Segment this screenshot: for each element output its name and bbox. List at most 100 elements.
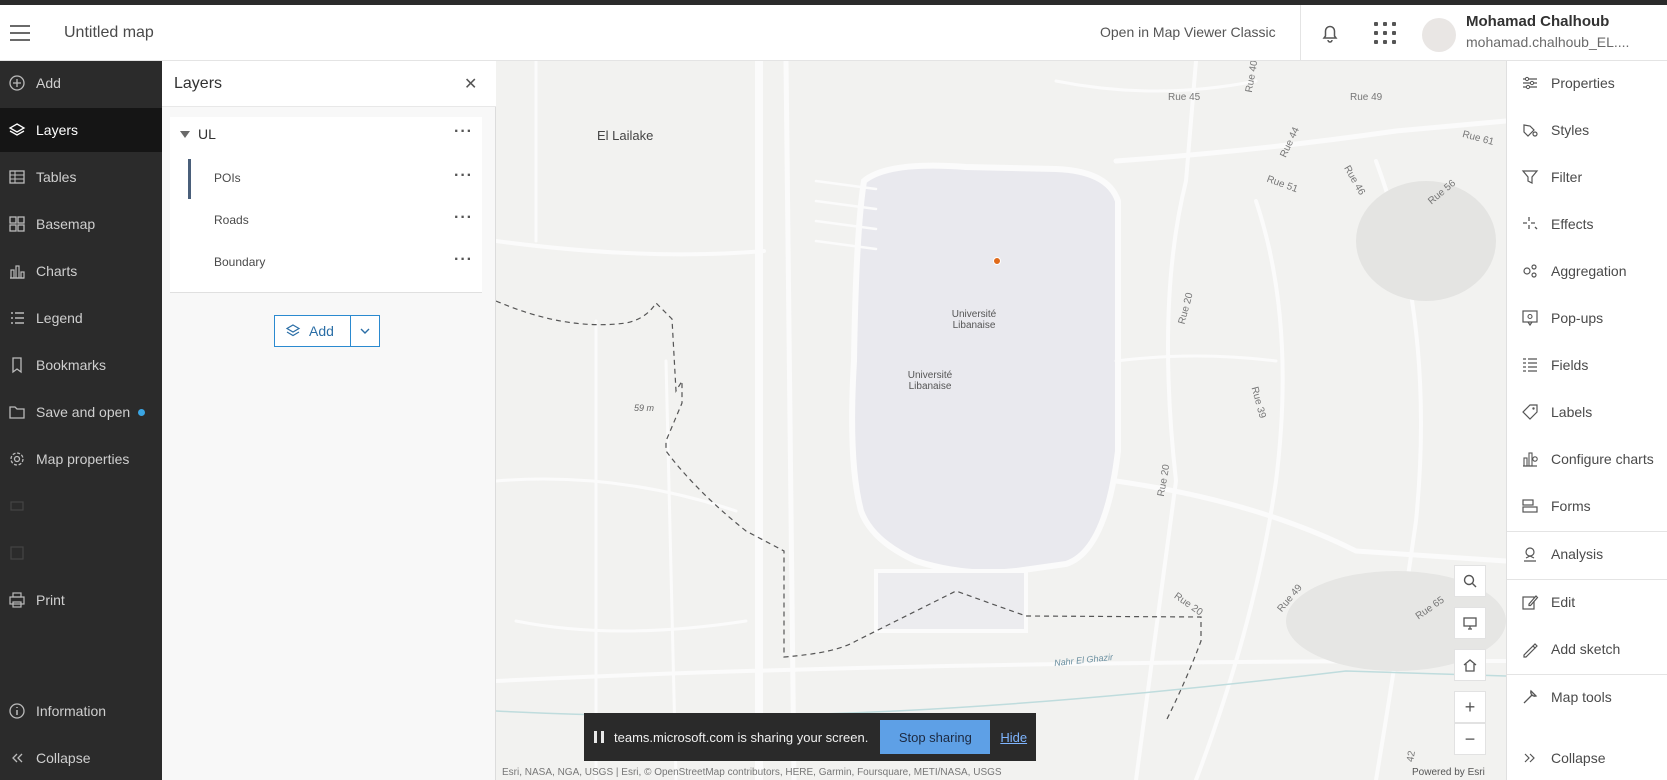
tool-collapse[interactable]: Collapse	[1507, 736, 1667, 780]
nav-save-and-open[interactable]: Save and open	[0, 390, 162, 434]
tool-labels[interactable]: Labels	[1507, 390, 1667, 434]
layer-name: POIs	[214, 171, 241, 185]
tool-fields[interactable]: Fields	[1507, 343, 1667, 387]
more-options-icon[interactable]: ···	[454, 123, 473, 141]
tool-analysis[interactable]: Analysis	[1507, 532, 1667, 576]
nav-charts[interactable]: Charts	[0, 249, 162, 293]
powered-by-esri[interactable]: Powered by Esri	[1412, 767, 1485, 778]
layer-row-roads[interactable]: Roads ···	[170, 201, 482, 241]
tool-label: Analysis	[1551, 546, 1604, 562]
tool-label: Configure charts	[1551, 451, 1654, 467]
layer-name: Boundary	[214, 255, 266, 269]
open-classic-link[interactable]: Open in Map Viewer Classic	[1100, 24, 1276, 40]
screen-icon[interactable]	[1454, 607, 1486, 639]
notification-bell-icon[interactable]	[1318, 21, 1342, 45]
search-icon[interactable]	[1454, 565, 1486, 597]
nav-label: Basemap	[36, 216, 96, 232]
nav-add[interactable]: Add	[0, 61, 162, 105]
nav-print[interactable]: Print	[0, 578, 162, 622]
more-options-icon[interactable]: ···	[454, 251, 473, 269]
tool-label: Map tools	[1551, 689, 1612, 705]
tool-forms[interactable]: Forms	[1507, 484, 1667, 528]
popup-icon	[1522, 310, 1538, 327]
disabled-tool-icon	[10, 546, 24, 560]
tool-edit[interactable]: Edit	[1507, 580, 1667, 624]
nav-disabled-2	[0, 531, 162, 575]
add-dropdown-button[interactable]	[350, 315, 380, 347]
nav-tables[interactable]: Tables	[0, 155, 162, 199]
nav-basemap[interactable]: Basemap	[0, 202, 162, 246]
nav-label: Add	[36, 75, 61, 91]
nav-label: Collapse	[36, 750, 91, 766]
share-message: teams.microsoft.com is sharing your scre…	[614, 729, 869, 745]
tool-map-tools[interactable]: Map tools	[1507, 675, 1667, 719]
zoom-in-icon[interactable]: +	[1454, 691, 1486, 723]
app-launcher-icon[interactable]	[1374, 22, 1396, 44]
tool-label: Aggregation	[1551, 263, 1627, 279]
tool-filter[interactable]: Filter	[1507, 155, 1667, 199]
nav-map-properties[interactable]: Map properties	[0, 437, 162, 481]
more-options-icon[interactable]: ···	[454, 167, 473, 185]
map-label-universite-2: Université Libanaise	[907, 370, 953, 392]
configure-charts-icon	[1523, 452, 1538, 467]
avatar[interactable]	[1422, 18, 1456, 52]
chevrons-right-icon	[1524, 753, 1535, 763]
tool-label: Forms	[1551, 498, 1591, 514]
tool-add-sketch[interactable]: Add sketch	[1507, 627, 1667, 671]
layers-panel: Layers ✕ UL ··· POIs ··· Roads ··· Bound…	[162, 61, 496, 780]
user-name[interactable]: Mohamad Chalhoub	[1466, 13, 1609, 30]
layer-row-boundary[interactable]: Boundary ···	[170, 243, 482, 283]
caret-down-icon[interactable]	[180, 131, 190, 138]
map-label-rue-49: Rue 49	[1350, 92, 1383, 103]
zoom-out-icon[interactable]: −	[1454, 723, 1486, 755]
tool-properties[interactable]: Properties	[1507, 61, 1667, 105]
right-toolbar: Properties Styles Filter Effects Aggrega…	[1506, 61, 1667, 780]
header-divider	[1300, 5, 1301, 61]
map-attribution[interactable]: Esri, NASA, NGA, USGS | Esri, © OpenStre…	[502, 767, 1002, 778]
hide-link[interactable]: Hide	[1000, 730, 1027, 745]
tool-popups[interactable]: Pop-ups	[1507, 296, 1667, 340]
nav-information[interactable]: Information	[0, 689, 162, 733]
basemap-icon	[9, 216, 25, 232]
properties-icon	[1523, 76, 1537, 90]
hamburger-menu-icon[interactable]	[10, 25, 30, 41]
effects-icon	[1523, 217, 1538, 230]
tool-label: Filter	[1551, 169, 1583, 185]
add-layer-button[interactable]: Add	[274, 315, 351, 347]
pause-icon	[594, 731, 604, 743]
aggregation-icon	[1523, 264, 1537, 278]
nav-label: Print	[36, 592, 65, 608]
table-icon	[9, 170, 25, 184]
map-view[interactable]: El Lailake Université Libanaise Universi…	[496, 61, 1506, 780]
home-icon[interactable]	[1454, 649, 1486, 681]
stop-sharing-button[interactable]: Stop sharing	[880, 720, 991, 754]
tool-effects[interactable]: Effects	[1507, 202, 1667, 246]
layers-icon	[8, 123, 26, 136]
map-label-42: 42	[1405, 750, 1418, 763]
group-layer-ul[interactable]: UL ···	[170, 117, 482, 153]
nav-collapse[interactable]: Collapse	[0, 736, 162, 780]
folder-icon	[9, 406, 25, 419]
poi-marker[interactable]	[993, 257, 1001, 265]
disabled-tool-icon	[10, 501, 24, 511]
more-options-icon[interactable]: ···	[454, 209, 473, 227]
layer-name: Roads	[214, 213, 249, 227]
nav-legend[interactable]: Legend	[0, 296, 162, 340]
chevron-down-icon	[360, 328, 370, 334]
map-label-universite-1: Université Libanaise	[951, 309, 997, 331]
map-title[interactable]: Untitled map	[64, 24, 154, 42]
bookmark-icon	[12, 357, 22, 374]
tool-label: Pop-ups	[1551, 310, 1604, 326]
tool-aggregation[interactable]: Aggregation	[1507, 249, 1667, 293]
sketch-icon	[1523, 643, 1538, 658]
nav-label: Legend	[36, 310, 83, 326]
tool-styles[interactable]: Styles	[1507, 108, 1667, 152]
close-icon[interactable]: ✕	[464, 74, 477, 94]
layer-row-pois[interactable]: POIs ···	[170, 159, 482, 199]
nav-bookmarks[interactable]: Bookmarks	[0, 343, 162, 387]
tool-configure-charts[interactable]: Configure charts	[1507, 437, 1667, 481]
printer-icon	[9, 592, 25, 608]
layers-icon	[285, 324, 301, 337]
analysis-icon	[1524, 547, 1536, 562]
nav-layers[interactable]: Layers	[0, 108, 162, 152]
